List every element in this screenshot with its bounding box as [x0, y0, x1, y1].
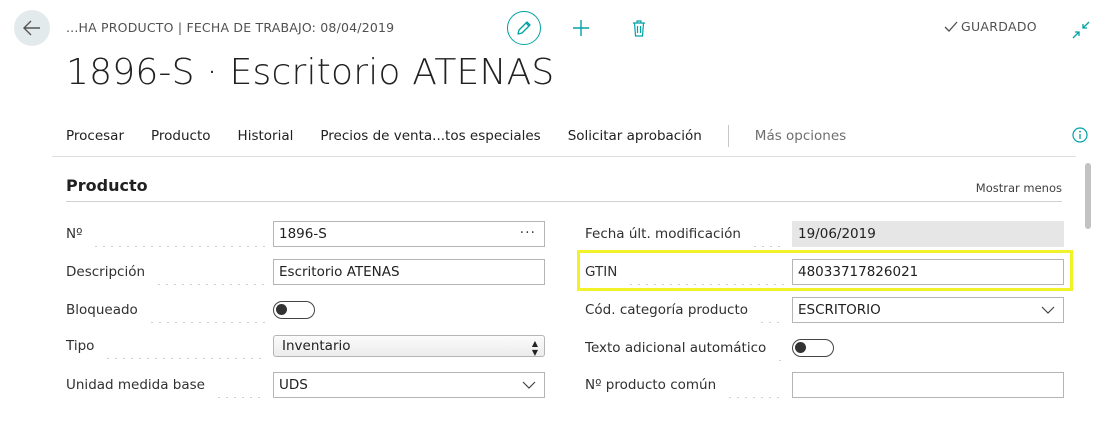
section-divider: [66, 201, 1062, 202]
categoria-producto-dropdown[interactable]: ESCRITORIO: [792, 297, 1064, 323]
leader-dots: [758, 297, 784, 323]
no-value: 1896-S: [279, 226, 327, 242]
action-solicitar-aprobacion[interactable]: Solicitar aprobación: [568, 128, 702, 144]
action-divider: [727, 125, 729, 147]
field-label: Fecha últ. modificación: [585, 226, 741, 242]
check-icon: [944, 21, 958, 32]
field-row-tipo: Tipo Inventario ▲ ▼: [66, 333, 545, 359]
leader-dots: [92, 221, 265, 247]
bloqueado-toggle[interactable]: [273, 301, 315, 319]
leader-dots: [214, 372, 265, 398]
unidad-medida-dropdown[interactable]: UDS: [273, 372, 545, 398]
section-title: Producto: [66, 176, 148, 195]
tipo-value: Inventario: [282, 338, 351, 354]
scrollbar-thumb[interactable]: [1085, 163, 1091, 229]
field-row-producto-comun: Nº producto común: [585, 372, 1064, 398]
categoria-value: ESCRITORIO: [798, 302, 881, 318]
more-options-button[interactable]: Más opciones: [755, 128, 846, 144]
field-label: Nº producto común: [585, 377, 717, 393]
leader-dots: [776, 335, 784, 361]
action-bar: Procesar Producto Historial Precios de v…: [66, 125, 846, 147]
updown-icon: ▲ ▼: [531, 339, 538, 357]
field-row-no: Nº 1896-S ···: [66, 221, 545, 247]
show-less-link[interactable]: Mostrar menos: [976, 181, 1062, 195]
unidad-value: UDS: [279, 377, 308, 393]
field-row-categoria: Cód. categoría producto ESCRITORIO: [585, 297, 1064, 323]
chevron-down-icon: [1041, 306, 1055, 314]
edit-button[interactable]: [507, 11, 541, 45]
toggle-knob: [276, 304, 287, 315]
toggle-knob: [795, 342, 806, 353]
descripcion-field[interactable]: Escritorio ATENAS: [273, 259, 545, 285]
gtin-highlight: [577, 250, 1073, 291]
back-button[interactable]: [14, 10, 50, 46]
field-row-unidad: Unidad medida base UDS: [66, 372, 545, 398]
field-row-descripcion: Descripción Escritorio ATENAS: [66, 259, 545, 285]
producto-comun-field[interactable]: [792, 372, 1064, 398]
fecha-value: 19/06/2019: [798, 226, 876, 242]
field-label: Nº: [66, 226, 83, 242]
plus-icon: [573, 20, 589, 36]
ellipsis-icon[interactable]: ···: [520, 225, 536, 241]
collapse-button[interactable]: [1071, 20, 1091, 40]
page-caption: ...HA PRODUCTO | FECHA DE TRABAJO: 08/04…: [66, 20, 395, 35]
saved-label: GUARDADO: [961, 19, 1037, 34]
field-label: Cód. categoría producto: [585, 302, 749, 318]
no-field[interactable]: 1896-S ···: [273, 221, 545, 247]
texto-adicional-toggle[interactable]: [792, 339, 834, 357]
leader-dots: [147, 297, 265, 323]
delete-button[interactable]: [629, 17, 649, 39]
action-producto[interactable]: Producto: [151, 128, 211, 144]
field-row-fecha-modificacion: Fecha últ. modificación 19/06/2019: [585, 221, 1064, 247]
tipo-select[interactable]: Inventario ▲ ▼: [273, 335, 545, 357]
texto-adicional-container: [792, 339, 1064, 357]
action-precios-venta[interactable]: Precios de venta...tos especiales: [320, 128, 540, 144]
descripcion-value: Escritorio ATENAS: [279, 264, 400, 280]
field-label: Unidad medida base: [66, 377, 205, 393]
field-label: Tipo: [66, 338, 95, 354]
page-title: 1896-S · Escritorio ATENAS: [66, 52, 555, 93]
action-historial[interactable]: Historial: [238, 128, 294, 144]
collapse-icon: [1072, 21, 1090, 39]
action-procesar[interactable]: Procesar: [66, 128, 124, 144]
field-label: Descripción: [66, 264, 146, 280]
leader-dots: [750, 221, 784, 247]
info-icon: [1072, 127, 1088, 143]
leader-dots: [155, 259, 265, 285]
field-row-texto-adicional: Texto adicional automático: [585, 335, 1064, 361]
field-label: Bloqueado: [66, 302, 138, 318]
field-label: Texto adicional automático: [585, 340, 767, 356]
field-row-bloqueado: Bloqueado: [66, 297, 545, 323]
leader-dots: [726, 372, 784, 398]
arrow-left-icon: [23, 20, 40, 36]
chevron-down-icon: [522, 381, 536, 389]
bloqueado-container: [273, 301, 545, 319]
trash-icon: [633, 20, 645, 37]
fecha-modificacion-field: 19/06/2019: [792, 221, 1064, 247]
info-button[interactable]: [1072, 127, 1088, 143]
new-button[interactable]: [570, 17, 592, 39]
leader-dots: [104, 333, 265, 359]
pencil-icon: [517, 21, 531, 35]
saved-status: GUARDADO: [944, 19, 1037, 34]
